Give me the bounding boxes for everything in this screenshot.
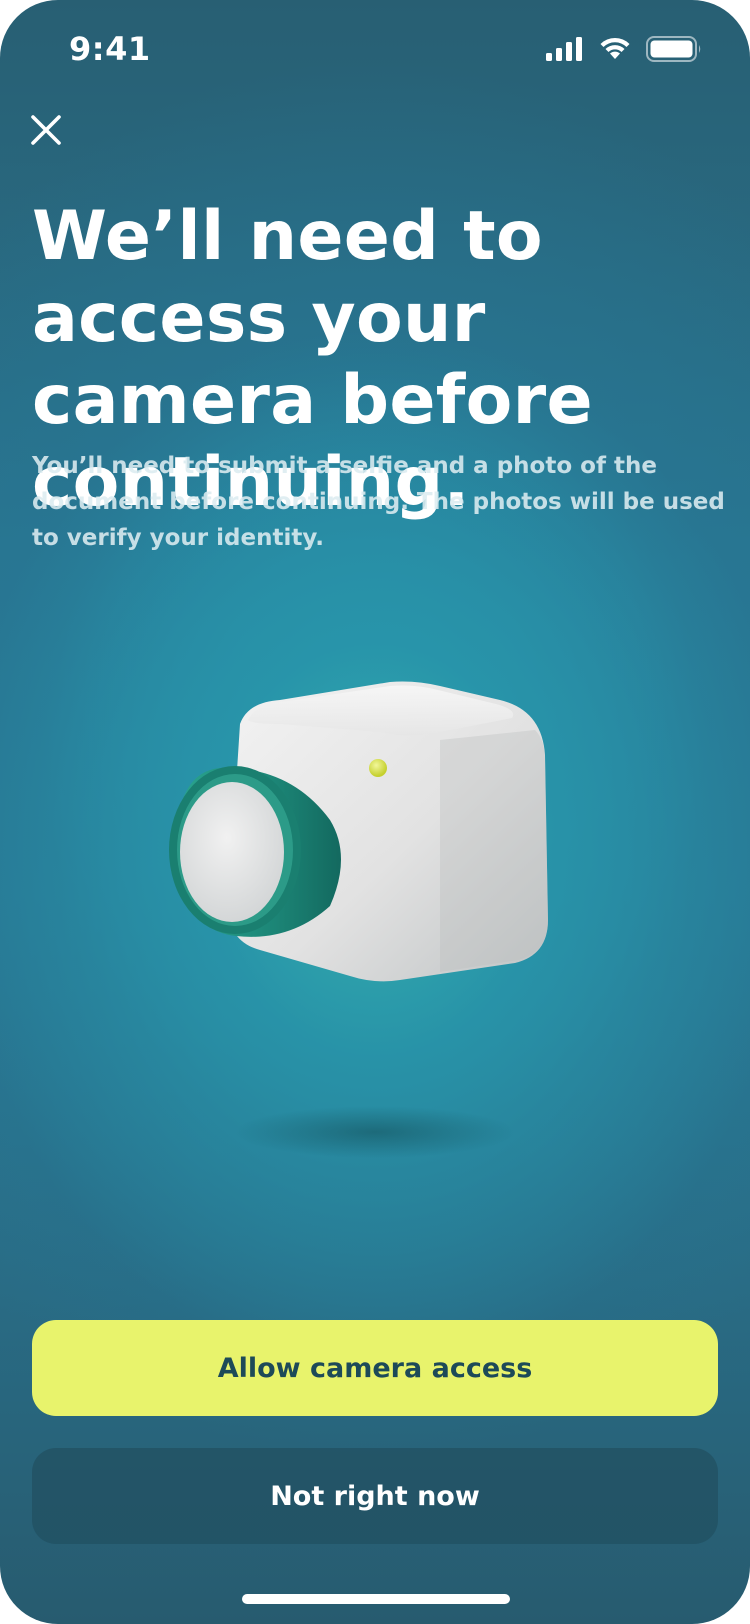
home-indicator bbox=[242, 1594, 510, 1604]
phone-screen: 9:41 We’ll need to access your camera be… bbox=[0, 0, 750, 1624]
close-icon bbox=[31, 115, 61, 145]
wifi-icon bbox=[600, 37, 630, 59]
close-button[interactable] bbox=[28, 112, 64, 148]
status-bar: 9:41 bbox=[0, 0, 750, 100]
status-time: 9:41 bbox=[69, 30, 151, 68]
signal-icon bbox=[546, 37, 582, 61]
not-right-now-button[interactable]: Not right now bbox=[32, 1448, 718, 1544]
status-icons bbox=[546, 36, 702, 62]
page-description: You’ll need to submit a selfie and a pho… bbox=[32, 453, 725, 551]
camera-illustration bbox=[169, 681, 548, 1158]
battery-icon bbox=[646, 36, 701, 62]
allow-camera-access-button[interactable]: Allow camera access bbox=[32, 1320, 718, 1416]
